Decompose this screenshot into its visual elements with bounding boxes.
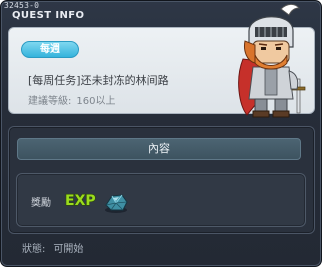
recommended-level: 建議等級: 160以上 [28,92,115,107]
reward-label: 獎勵 [31,198,51,209]
content-header: 內容 [17,138,301,160]
quest-info-window: 32453-0 QUEST INFO 每週 [每周任务]还未封冻的林间路 建議等… [0,0,322,267]
npc-knight-portrait [238,3,306,118]
reward-box [16,173,306,227]
recommended-level-value: 160以上 [76,96,116,107]
quest-status: 狀態: 可開始 [22,240,83,255]
exp-text: EXP [65,193,96,209]
quest-id: 32453-0 [4,1,40,10]
exp-icon[interactable]: EXP [64,189,98,209]
weekly-badge: 每週 [21,41,79,58]
gem-ore-icon[interactable] [102,191,130,215]
recommended-level-label: 建議等級: [28,96,72,107]
quest-name: [每周任务]还未封冻的林间路 [28,74,169,87]
status-label: 狀態: [22,244,46,255]
status-value: 可開始 [53,244,84,255]
window-title: QUEST INFO [12,10,85,21]
